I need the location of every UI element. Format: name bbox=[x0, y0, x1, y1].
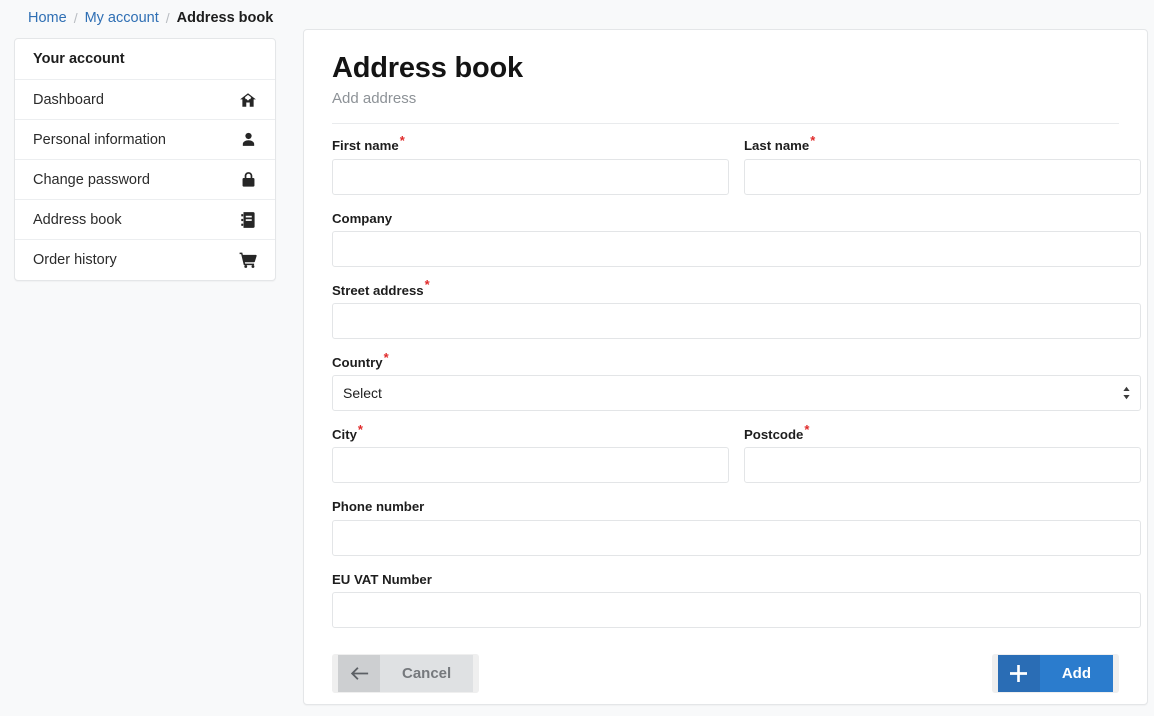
postcode-label: Postcode* bbox=[744, 423, 1141, 443]
add-button-label: Add bbox=[1039, 654, 1113, 692]
sidebar-item-label: Address book bbox=[33, 211, 122, 228]
postcode-input[interactable] bbox=[744, 447, 1141, 484]
breadcrumb-separator: / bbox=[165, 10, 170, 26]
sidebar-item-label: Personal information bbox=[33, 131, 166, 148]
sidebar-item-order-history[interactable]: Order history bbox=[15, 240, 275, 280]
last-name-label: Last name* bbox=[744, 134, 1141, 154]
sidebar-item-address-book[interactable]: Address book bbox=[15, 200, 275, 240]
page-title: Address book bbox=[332, 52, 523, 84]
form-footer: Cancel Add bbox=[332, 645, 1119, 693]
address-book-icon bbox=[239, 211, 257, 229]
street-address-input[interactable] bbox=[332, 302, 1141, 339]
phone-number-input[interactable] bbox=[332, 519, 1141, 556]
eu-vat-number-input[interactable] bbox=[332, 591, 1141, 628]
city-input[interactable] bbox=[332, 447, 729, 484]
required-marker: * bbox=[804, 421, 810, 437]
form-row-name: First name* Last name* bbox=[332, 134, 1141, 211]
plus-icon bbox=[997, 654, 1040, 692]
postcode-label-text: Postcode bbox=[744, 427, 804, 443]
field-first-name: First name* bbox=[332, 134, 729, 195]
required-marker: * bbox=[383, 349, 389, 365]
lock-icon bbox=[239, 171, 257, 189]
cancel-button-label: Cancel bbox=[380, 654, 474, 692]
company-label: Company bbox=[332, 210, 1141, 226]
sidebar-header: Your account bbox=[15, 39, 275, 80]
field-street-address: Street address* bbox=[332, 278, 1141, 339]
account-sidebar: Your account Dashboard Personal informat… bbox=[14, 38, 276, 281]
shopping-cart-icon bbox=[239, 251, 257, 269]
company-input[interactable] bbox=[332, 230, 1141, 267]
phone-number-label: Phone number bbox=[332, 500, 1141, 513]
phone-number-label-text: Phone number bbox=[332, 499, 425, 515]
breadcrumb: Home / My account / Address book bbox=[28, 8, 273, 28]
required-marker: * bbox=[399, 132, 405, 148]
country-select-wrapper: Select bbox=[332, 375, 1141, 412]
sidebar-item-personal-information[interactable]: Personal information bbox=[15, 120, 275, 160]
breadcrumb-separator: / bbox=[73, 10, 78, 26]
sidebar-item-dashboard[interactable]: Dashboard bbox=[15, 80, 275, 120]
required-marker: * bbox=[357, 421, 363, 437]
first-name-input[interactable] bbox=[332, 158, 729, 195]
country-select[interactable]: Select bbox=[332, 375, 1141, 412]
breadcrumb-item-address-book: Address book bbox=[176, 10, 274, 26]
required-marker: * bbox=[810, 132, 816, 148]
street-address-label-text: Street address bbox=[332, 282, 424, 298]
eu-vat-number-label-text: EU VAT Number bbox=[332, 571, 432, 587]
company-label-text: Company bbox=[332, 210, 393, 226]
field-eu-vat-number: EU VAT Number bbox=[332, 571, 1141, 628]
home-icon bbox=[239, 91, 257, 109]
page-root: Home / My account / Address book Your ac… bbox=[0, 0, 1154, 716]
address-form: First name* Last name* Company Street ad… bbox=[332, 124, 1141, 693]
country-label: Country* bbox=[332, 351, 1141, 370]
eu-vat-number-label: EU VAT Number bbox=[332, 571, 1141, 587]
sidebar-item-change-password[interactable]: Change password bbox=[15, 160, 275, 200]
field-postcode: Postcode* bbox=[744, 423, 1141, 484]
field-phone-number: Phone number bbox=[332, 500, 1141, 556]
city-label-text: City bbox=[332, 427, 357, 443]
field-country: Country* Select bbox=[332, 351, 1141, 412]
breadcrumb-item-home[interactable]: Home bbox=[28, 10, 67, 26]
sidebar-item-label: Change password bbox=[33, 171, 150, 188]
add-button[interactable]: Add bbox=[991, 653, 1119, 693]
form-row-city-postcode: City* Postcode* bbox=[332, 423, 1141, 500]
first-name-label: First name* bbox=[332, 134, 729, 154]
required-marker: * bbox=[424, 277, 430, 293]
country-label-text: Country bbox=[332, 354, 383, 370]
sidebar-item-label: Order history bbox=[33, 252, 117, 268]
street-address-label: Street address* bbox=[332, 278, 1141, 298]
last-name-input[interactable] bbox=[744, 158, 1141, 195]
user-icon bbox=[239, 131, 257, 149]
address-book-panel: Address book Add address First name* Las… bbox=[303, 29, 1148, 705]
city-label: City* bbox=[332, 423, 729, 443]
field-last-name: Last name* bbox=[744, 134, 1141, 195]
last-name-label-text: Last name bbox=[744, 138, 810, 154]
field-city: City* bbox=[332, 423, 729, 484]
arrow-left-icon bbox=[338, 654, 380, 692]
page-subtitle: Add address bbox=[332, 90, 417, 108]
breadcrumb-item-my-account[interactable]: My account bbox=[85, 10, 159, 26]
field-company: Company bbox=[332, 210, 1141, 267]
first-name-label-text: First name bbox=[332, 138, 399, 154]
cancel-button[interactable]: Cancel bbox=[332, 653, 480, 693]
sidebar-item-label: Dashboard bbox=[33, 91, 104, 108]
